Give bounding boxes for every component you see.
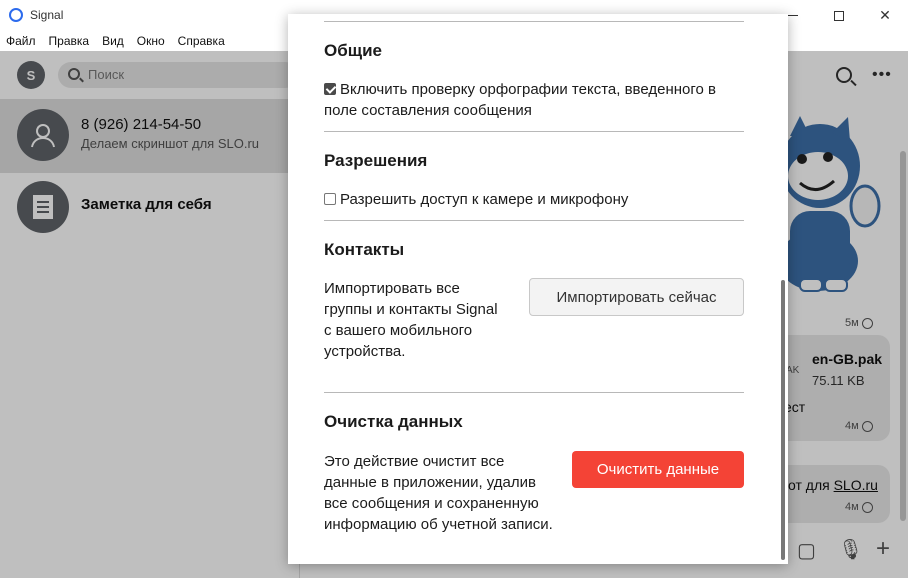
section-divider xyxy=(324,131,744,132)
menu-help[interactable]: Справка xyxy=(178,31,225,51)
spellcheck-label-cont[interactable]: поле составления сообщения xyxy=(324,100,532,121)
spellcheck-checkbox[interactable] xyxy=(324,83,336,95)
section-divider xyxy=(324,392,744,393)
close-icon: ✕ xyxy=(879,7,891,23)
section-title-clear-data: Очистка данных xyxy=(324,412,463,431)
menu-window[interactable]: Окно xyxy=(137,31,165,51)
section-title-contacts: Контакты xyxy=(324,240,405,259)
minimize-icon xyxy=(788,15,798,16)
contacts-desc-line: с вашего мобильного xyxy=(324,322,473,339)
contacts-desc-line: группы и контакты Signal xyxy=(324,301,498,318)
import-contacts-button[interactable]: Импортировать сейчас xyxy=(529,278,744,316)
menu-view[interactable]: Вид xyxy=(102,31,124,51)
maximize-icon xyxy=(834,10,844,21)
maximize-button[interactable] xyxy=(816,0,862,31)
section-title-permissions: Разрешения xyxy=(324,151,428,170)
contacts-desc-line: Импортировать все xyxy=(324,280,460,297)
menu-file[interactable]: Файл xyxy=(6,31,36,51)
settings-dialog: Общие Включить проверку орфографии текст… xyxy=(288,14,788,564)
window-title: Signal xyxy=(30,8,64,22)
clear-data-button[interactable]: Очистить данные xyxy=(572,451,744,488)
signal-logo-icon xyxy=(9,8,23,22)
clear-desc-line: все сообщения и сохраненную xyxy=(324,495,539,512)
section-title-general: Общие xyxy=(324,41,382,60)
menu-edit[interactable]: Правка xyxy=(49,31,90,51)
contacts-desc-line: устройства. xyxy=(324,343,406,360)
media-permission-checkbox[interactable] xyxy=(324,193,336,205)
section-divider xyxy=(324,21,744,22)
clear-desc-line: данные в приложении, удалив xyxy=(324,474,536,491)
section-divider xyxy=(324,220,744,221)
close-button[interactable]: ✕ xyxy=(862,0,908,31)
spellcheck-label[interactable]: Включить проверку орфографии текста, вве… xyxy=(340,79,716,100)
clear-desc-line: информацию об учетной записи. xyxy=(324,516,553,533)
media-permission-label[interactable]: Разрешить доступ к камере и микрофону xyxy=(340,189,628,210)
clear-desc-line: Это действие очистит все xyxy=(324,453,505,470)
settings-scrollbar-thumb[interactable] xyxy=(781,280,785,560)
